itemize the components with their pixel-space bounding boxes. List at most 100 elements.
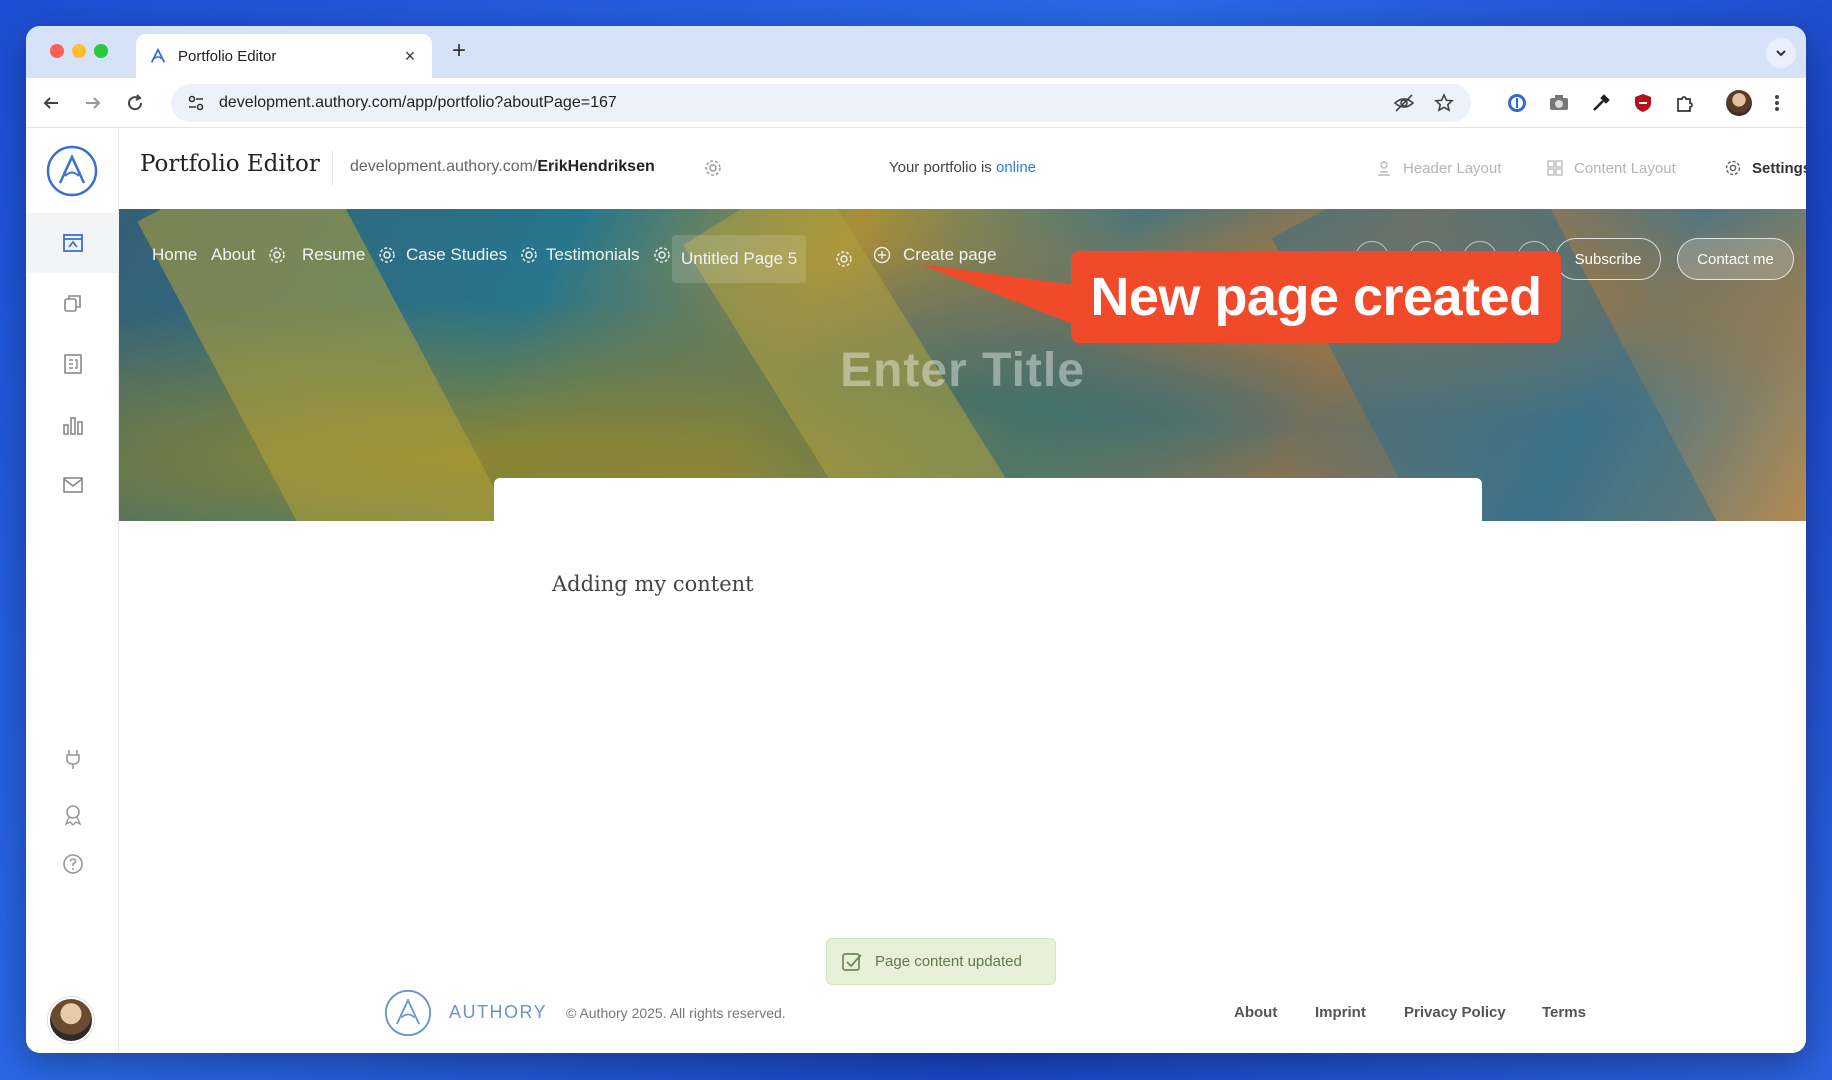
- create-page-button[interactable]: Create page: [873, 245, 997, 265]
- user-avatar[interactable]: [48, 997, 94, 1043]
- header-layout-button[interactable]: Header Layout: [1375, 159, 1501, 177]
- nav-item-testimonials[interactable]: Testimonials: [546, 245, 672, 265]
- domain-prefix: development.authory.com/: [350, 158, 538, 175]
- help-icon: [62, 854, 83, 874]
- footer-link-imprint[interactable]: Imprint: [1315, 1004, 1366, 1021]
- gear-icon[interactable]: [652, 245, 672, 265]
- sidebar-item-integrations[interactable]: [26, 729, 119, 789]
- 1password-icon[interactable]: [1504, 90, 1530, 116]
- header-layout-label: Header Layout: [1403, 159, 1502, 177]
- portfolio-icon: [62, 234, 83, 252]
- eyedropper-icon[interactable]: [1588, 90, 1614, 116]
- forward-button[interactable]: [80, 90, 106, 116]
- nav-label: Case Studies: [406, 245, 508, 264]
- create-page-label: Create page: [903, 245, 997, 264]
- camera-icon[interactable]: [1546, 90, 1572, 116]
- chevron-down-icon: [1776, 50, 1786, 57]
- url-text[interactable]: development.authory.com/app/portfolio?ab…: [219, 94, 1377, 112]
- tab-title: Portfolio Editor: [178, 47, 277, 65]
- reload-icon: [128, 94, 143, 111]
- status-prefix: Your portfolio is: [888, 159, 996, 176]
- gear-icon[interactable]: [834, 249, 854, 269]
- footer-link-privacy[interactable]: Privacy Policy: [1404, 1004, 1506, 1021]
- minimize-window-button[interactable]: [72, 44, 86, 58]
- nav-item-untitled-page-5[interactable]: Untitled Page 5: [672, 235, 807, 283]
- gear-icon[interactable]: [267, 245, 287, 265]
- maximize-window-button[interactable]: [94, 44, 108, 58]
- nav-item-case-studies[interactable]: Case Studies: [406, 245, 539, 265]
- eye-slash-icon[interactable]: [1391, 90, 1417, 116]
- new-tab-button[interactable]: +: [446, 38, 472, 64]
- subscribe-button[interactable]: Subscribe: [1555, 238, 1661, 280]
- nav-item-resume[interactable]: Resume: [302, 245, 397, 265]
- browser-tab[interactable]: Portfolio Editor ×: [136, 34, 432, 78]
- check-square-icon: [842, 952, 862, 971]
- nav-label: Resume: [302, 245, 366, 264]
- gear-icon[interactable]: [519, 245, 539, 265]
- callout-label: New page created: [1071, 251, 1561, 343]
- gear-icon[interactable]: [377, 245, 397, 265]
- address-bar[interactable]: development.authory.com/app/portfolio?ab…: [171, 84, 1471, 122]
- plug-icon: [65, 750, 80, 769]
- kebab-menu-icon[interactable]: [1764, 90, 1790, 116]
- header-divider: [332, 151, 333, 185]
- sidebar-item-portfolio[interactable]: [26, 213, 119, 273]
- content-layout-label: Content Layout: [1574, 159, 1676, 177]
- footer-copyright: © Authory 2025. All rights reserved.: [566, 1005, 786, 1021]
- browser-window: Portfolio Editor × + development.authory…: [26, 26, 1806, 1053]
- nav-item-about[interactable]: About: [211, 245, 287, 265]
- authory-footer-logo-icon: [384, 989, 432, 1037]
- back-button[interactable]: [38, 90, 64, 116]
- page-content-text[interactable]: Adding my content: [552, 572, 754, 596]
- contact-me-button[interactable]: Contact me: [1677, 238, 1794, 280]
- nav-label: Home: [152, 245, 198, 264]
- tab-search-button[interactable]: [1766, 38, 1796, 68]
- settings-label: Settings: [1752, 159, 1806, 177]
- sidebar: [26, 129, 119, 1053]
- toast-message: Page content updated: [875, 953, 1022, 970]
- grid-layout-icon: [1547, 160, 1563, 176]
- authory-logo-icon[interactable]: [46, 145, 98, 197]
- reload-button[interactable]: [122, 90, 148, 116]
- hero-title-placeholder[interactable]: Enter Title: [119, 343, 1806, 398]
- close-window-button[interactable]: [50, 44, 64, 58]
- domain-user: ErikHendriksen: [537, 158, 655, 175]
- sidebar-item-articles[interactable]: [26, 334, 119, 394]
- editor-header: Portfolio Editor development.authory.com…: [119, 129, 1806, 209]
- gear-icon: [1725, 160, 1741, 176]
- tab-close-icon[interactable]: ×: [400, 46, 420, 67]
- nav-item-home[interactable]: Home: [152, 245, 197, 265]
- footer-link-terms[interactable]: Terms: [1542, 1004, 1586, 1021]
- arrow-right-icon: [86, 97, 101, 109]
- nav-label: About: [211, 245, 256, 264]
- sidebar-item-newsletter[interactable]: [26, 455, 119, 515]
- status-online: online: [995, 159, 1037, 176]
- nav-label: Testimonials: [546, 245, 640, 264]
- arrow-left-icon: [43, 97, 58, 109]
- sidebar-item-copies[interactable]: [26, 273, 119, 333]
- toast-notification: Page content updated: [826, 938, 1056, 985]
- nav-label: Untitled Page 5: [681, 249, 798, 268]
- sidebar-item-analytics[interactable]: [26, 395, 119, 455]
- profile-avatar[interactable]: [1726, 90, 1752, 116]
- footer-link-about[interactable]: About: [1234, 1004, 1277, 1021]
- award-icon: [64, 805, 81, 826]
- browser-toolbar: development.authory.com/app/portfolio?ab…: [26, 78, 1806, 128]
- star-icon[interactable]: [1431, 90, 1457, 116]
- shield-icon[interactable]: [1630, 90, 1656, 116]
- portfolio-footer: AUTHORY © Authory 2025. All rights reser…: [119, 981, 1806, 1051]
- mail-icon: [62, 477, 83, 493]
- content-layout-button[interactable]: Content Layout: [1546, 159, 1676, 177]
- copy-icon: [63, 295, 81, 312]
- settings-button[interactable]: Settings: [1724, 159, 1806, 177]
- articles-icon: [63, 354, 82, 374]
- page-title: Portfolio Editor: [140, 151, 320, 177]
- domain-settings-gear-icon[interactable]: [703, 158, 723, 178]
- portfolio-domain[interactable]: development.authory.com/ErikHendriksen: [350, 158, 655, 176]
- content-card: [494, 478, 1482, 538]
- tab-strip: Portfolio Editor × +: [26, 26, 1806, 78]
- site-settings-icon[interactable]: [185, 92, 207, 114]
- sidebar-item-help[interactable]: [26, 834, 119, 894]
- plus-circle-icon: [873, 246, 891, 264]
- puzzle-icon[interactable]: [1672, 90, 1698, 116]
